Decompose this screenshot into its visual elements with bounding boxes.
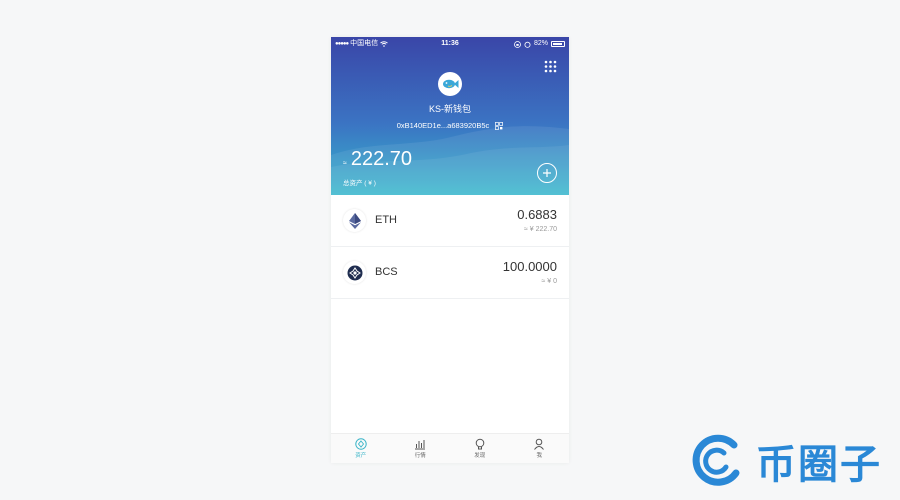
status-bar: ●●●●● 中国电信 11:36 82% xyxy=(331,37,569,51)
fish-icon xyxy=(443,79,459,89)
add-asset-button[interactable] xyxy=(537,163,557,183)
qr-code-icon[interactable] xyxy=(495,121,504,130)
wallet-avatar[interactable] xyxy=(438,72,462,96)
tab-label: 发现 xyxy=(474,453,486,459)
battery-percent: 82% xyxy=(533,40,548,47)
asset-amount: 100.0000 xyxy=(502,259,557,274)
watermark: 币圈子 xyxy=(690,430,890,492)
tab-market[interactable]: 行情 xyxy=(391,434,451,463)
total-assets: ≈ 222.70 xyxy=(343,148,412,171)
market-chart-icon xyxy=(415,440,426,450)
alarm-icon xyxy=(524,41,531,48)
wallet-address: 0xB140ED1e...a683920B5c xyxy=(396,121,490,130)
battery-icon xyxy=(551,41,565,47)
total-assets-value: 222.70 xyxy=(350,148,413,170)
asset-row-eth[interactable]: ETH 0.6883 ≈ ¥ 222.70 xyxy=(331,195,569,247)
tab-label: 我 xyxy=(536,453,542,459)
profile-icon xyxy=(534,438,545,450)
asset-symbol: ETH xyxy=(375,214,397,226)
total-assets-label: 总资产 ( ¥ ) xyxy=(343,180,376,187)
eth-icon xyxy=(348,212,361,229)
asset-list: ETH 0.6883 ≈ ¥ 222.70 BCS 100.0000 ≈ ¥ 0 xyxy=(331,195,569,299)
wallet-name[interactable]: KS-新钱包 xyxy=(331,102,569,115)
watermark-text: 币圈子 xyxy=(756,443,882,487)
bcs-icon xyxy=(347,265,362,280)
wallet-address-row[interactable]: 0xB140ED1e...a683920B5c xyxy=(331,121,569,130)
asset-symbol: BCS xyxy=(375,266,398,278)
asset-fiat-value: ≈ ¥ 222.70 xyxy=(523,226,557,233)
approx-symbol: ≈ xyxy=(343,160,347,167)
asset-fiat-value: ≈ ¥ 0 xyxy=(541,278,557,285)
discover-icon xyxy=(475,438,485,450)
tab-label: 资产 xyxy=(355,453,367,459)
asset-row-bcs[interactable]: BCS 100.0000 ≈ ¥ 0 xyxy=(331,247,569,299)
tab-discover[interactable]: 发现 xyxy=(450,434,510,463)
header-wave-decoration xyxy=(331,126,569,195)
lock-rotation-icon xyxy=(514,40,521,48)
bottom-tab-bar: 资产 行情 发现 我 xyxy=(331,433,569,463)
asset-amount: 0.6883 xyxy=(517,207,557,222)
tab-assets[interactable]: 资产 xyxy=(331,434,391,463)
asset-icon xyxy=(355,438,367,450)
plus-icon xyxy=(543,169,551,177)
phone-screen: ●●●●● 中国电信 11:36 82% KS-新钱包 0xB140ED1e..… xyxy=(331,37,569,463)
wallet-header: ●●●●● 中国电信 11:36 82% KS-新钱包 0xB140ED1e..… xyxy=(331,37,569,195)
watermark-logo-icon xyxy=(692,434,740,486)
tab-profile[interactable]: 我 xyxy=(510,434,570,463)
grid-menu-icon[interactable] xyxy=(544,60,557,73)
tab-label: 行情 xyxy=(414,453,426,459)
